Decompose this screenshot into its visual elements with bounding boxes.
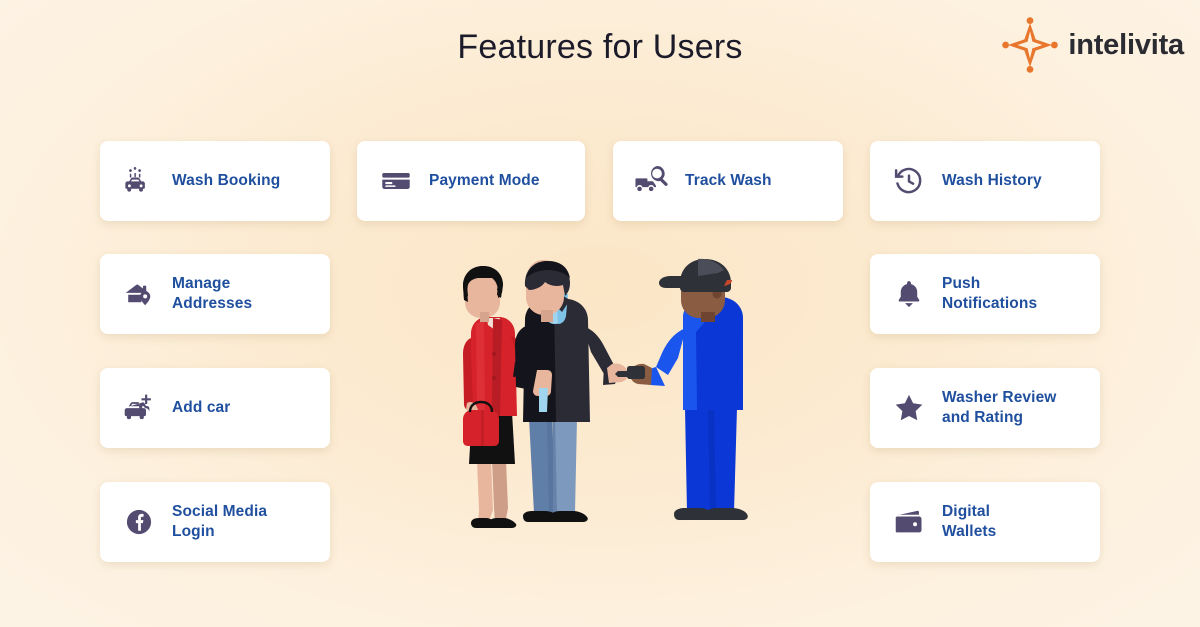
feature-card-wash-history[interactable]: Wash History — [870, 141, 1100, 221]
brand-wordmark: intelivita — [1068, 28, 1184, 61]
feature-card-wash-booking[interactable]: Wash Booking — [100, 141, 330, 221]
bell-icon — [890, 275, 928, 313]
feature-card-track-wash[interactable]: Track Wash — [613, 141, 843, 221]
feature-label: Digital Wallets — [942, 503, 997, 540]
feature-card-washer-review[interactable]: Washer Review and Rating — [870, 368, 1100, 448]
figure-man-customer — [513, 260, 629, 522]
feature-card-push-notifications[interactable]: Push Notifications — [870, 254, 1100, 334]
feature-label: Washer Review and Rating — [942, 389, 1057, 426]
facebook-icon — [120, 503, 158, 541]
feature-card-add-car[interactable]: Add car — [100, 368, 330, 448]
figure-woman-customer — [463, 266, 530, 528]
home-pin-icon — [120, 275, 158, 313]
figure-washer-attendant — [615, 258, 748, 520]
feature-label: Wash Booking — [172, 172, 281, 190]
feature-card-manage-addresses[interactable]: Manage Addresses — [100, 254, 330, 334]
feature-label: Wash History — [942, 172, 1042, 190]
feature-card-payment-mode[interactable]: Payment Mode — [357, 141, 585, 221]
history-clock-icon — [890, 162, 928, 200]
feature-card-digital-wallets[interactable]: Digital Wallets — [870, 482, 1100, 562]
feature-label: Payment Mode — [429, 172, 540, 190]
feature-label: Track Wash — [685, 172, 772, 190]
car-plus-icon — [120, 389, 158, 427]
intelivita-star-icon — [1002, 17, 1059, 73]
car-key-handover-illustration — [440, 248, 760, 558]
infographic-canvas: Features for Users intelivita Wash Booki… — [0, 0, 1200, 627]
feature-label: Manage Addresses — [172, 275, 253, 312]
star-icon — [890, 389, 928, 427]
truck-search-icon — [633, 162, 671, 200]
feature-label: Social Media Login — [172, 503, 268, 540]
credit-card-icon — [377, 162, 415, 200]
feature-card-social-media-login[interactable]: Social Media Login — [100, 482, 330, 562]
brand-logo: intelivita — [1002, 16, 1184, 74]
feature-label: Push Notifications — [942, 275, 1038, 312]
feature-label: Add car — [172, 399, 231, 417]
wallet-icon — [890, 503, 928, 541]
car-wash-icon — [120, 162, 158, 200]
